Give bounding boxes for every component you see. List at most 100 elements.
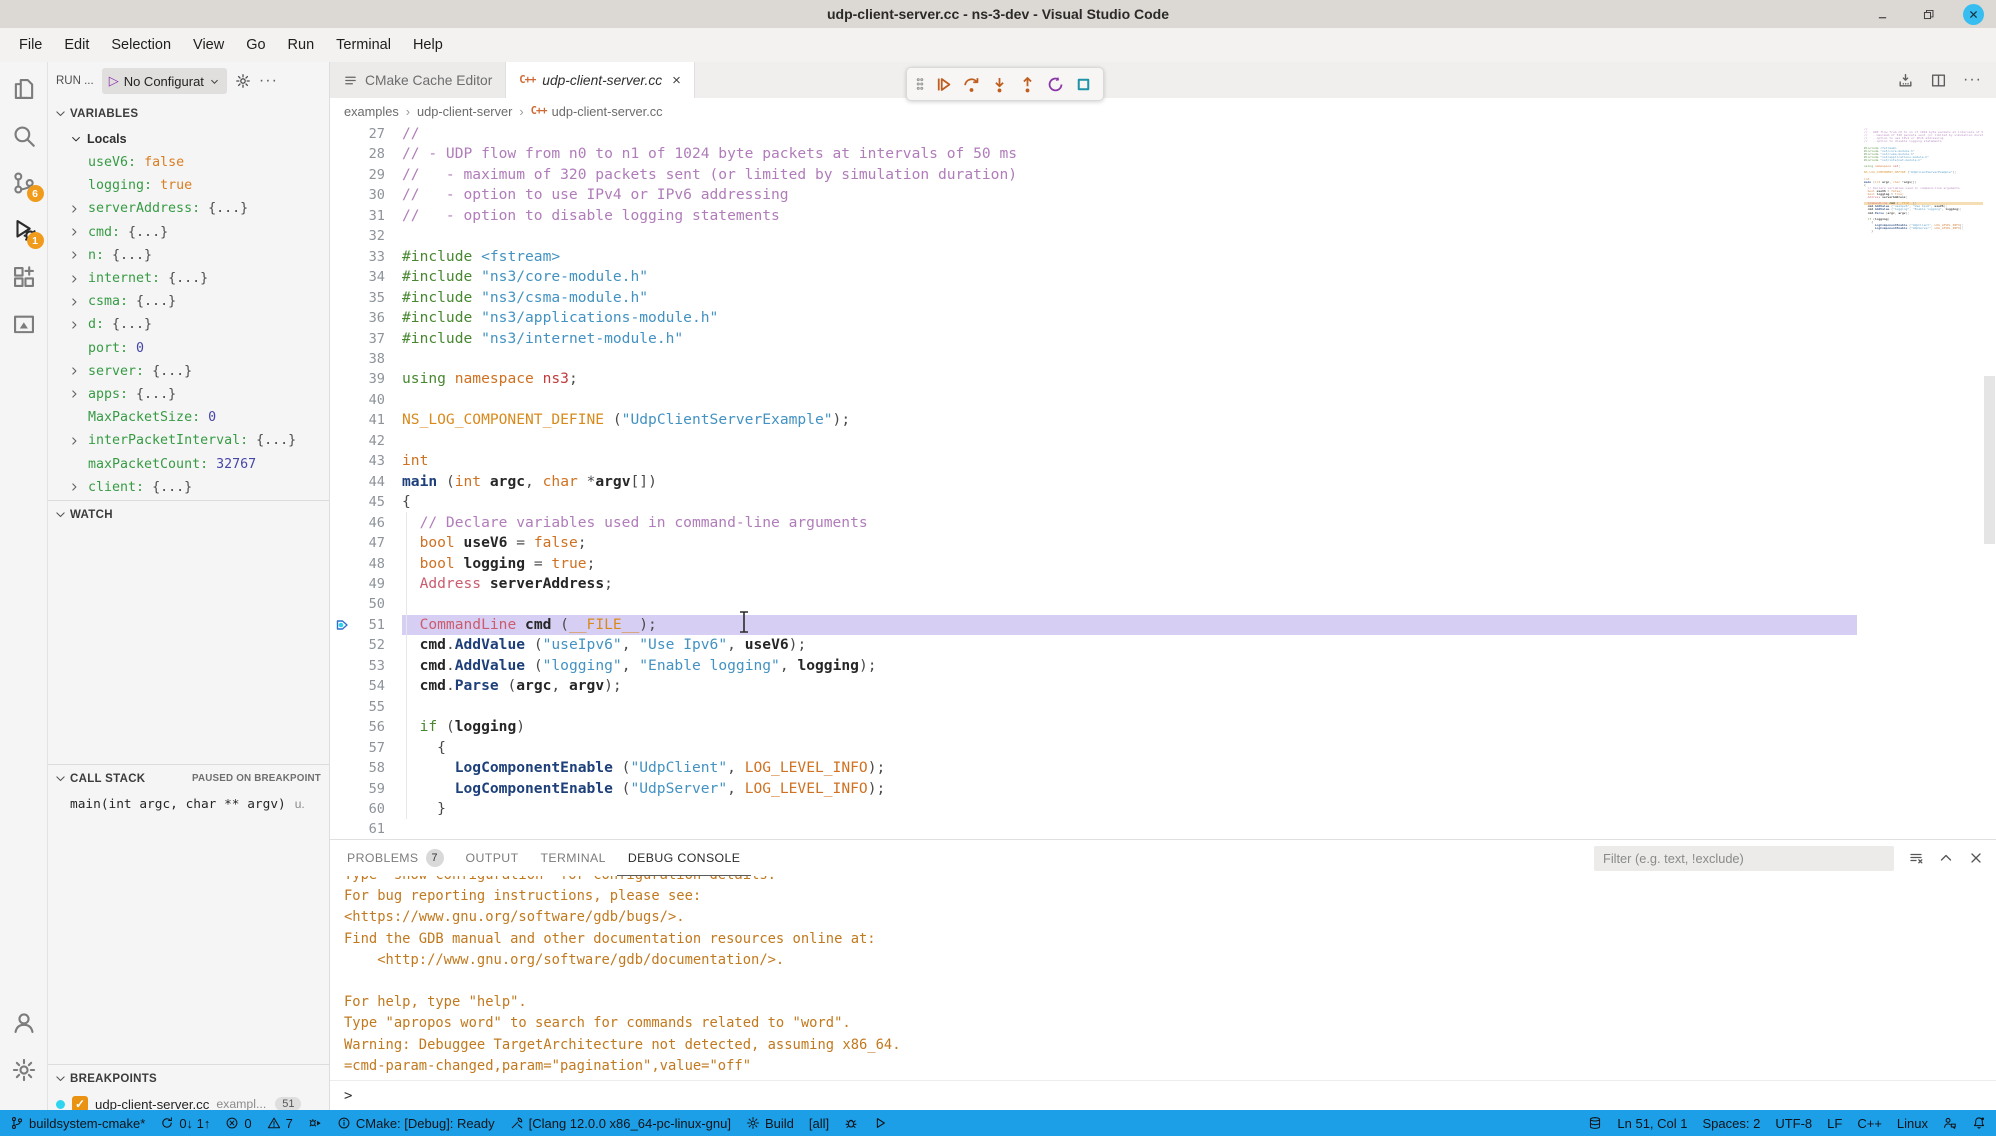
line-number-gutter[interactable]: 34 bbox=[330, 267, 402, 287]
code-line[interactable]: 36#include "ns3/applications-module.h" bbox=[330, 308, 1857, 328]
variable-row[interactable]: port: 0 bbox=[48, 337, 329, 360]
run-debug-icon[interactable]: 1 bbox=[9, 215, 39, 245]
breakpoint-item[interactable]: ✓ udp-client-server.cc exampl... 51 bbox=[48, 1092, 329, 1110]
panel-tab-debug-console[interactable]: DEBUG CONSOLE bbox=[617, 840, 751, 876]
variable-row[interactable]: client: {...} bbox=[48, 476, 329, 499]
menu-go[interactable]: Go bbox=[235, 34, 276, 56]
status-debug-status[interactable] bbox=[308, 1116, 322, 1130]
code-line[interactable]: 48 bool logging = true; bbox=[330, 554, 1857, 574]
line-number-gutter[interactable]: 32 bbox=[330, 226, 402, 246]
step-over-button[interactable] bbox=[959, 72, 984, 97]
breakpoint-checkbox[interactable]: ✓ bbox=[72, 1096, 88, 1110]
code-line[interactable]: 50 bbox=[330, 594, 1857, 614]
code-line[interactable]: 37#include "ns3/internet-module.h" bbox=[330, 329, 1857, 349]
variable-row[interactable]: serverAddress: {...} bbox=[48, 197, 329, 220]
status-launch[interactable] bbox=[873, 1116, 887, 1130]
status-cursor-position[interactable]: Ln 51, Col 1 bbox=[1617, 1116, 1687, 1131]
menu-view[interactable]: View bbox=[182, 34, 235, 56]
line-number-gutter[interactable]: 46 bbox=[330, 513, 402, 533]
status-git-branch[interactable]: buildsystem-cmake* bbox=[10, 1116, 145, 1131]
line-number-gutter[interactable]: 55 bbox=[330, 697, 402, 717]
start-debug-icon[interactable]: ▷ bbox=[109, 73, 119, 89]
line-number-gutter[interactable]: 36 bbox=[330, 308, 402, 328]
drag-handle[interactable] bbox=[914, 77, 926, 91]
variable-row[interactable]: maxPacketCount: 32767 bbox=[48, 452, 329, 475]
code-line[interactable]: 42 bbox=[330, 431, 1857, 451]
stop-button[interactable] bbox=[1071, 72, 1096, 97]
code-line[interactable]: 46 // Declare variables used in command-… bbox=[330, 513, 1857, 533]
line-number-gutter[interactable]: 28 bbox=[330, 144, 402, 164]
code-line[interactable]: 51 CommandLine cmd (__FILE__); bbox=[330, 615, 1857, 635]
line-number-gutter[interactable]: 60 bbox=[330, 799, 402, 819]
restart-button[interactable] bbox=[1043, 72, 1068, 97]
close-icon[interactable] bbox=[1963, 4, 1984, 25]
line-number-gutter[interactable]: 50 bbox=[330, 594, 402, 614]
panel-tab-output[interactable]: OUTPUT bbox=[455, 840, 530, 876]
variable-row[interactable]: csma: {...} bbox=[48, 290, 329, 313]
variable-row[interactable]: interPacketInterval: {...} bbox=[48, 429, 329, 452]
editor[interactable]: 27//28// - UDP flow from n0 to n1 of 102… bbox=[330, 124, 1996, 839]
run-below-icon[interactable] bbox=[1897, 72, 1914, 89]
line-number-gutter[interactable]: 54 bbox=[330, 676, 402, 696]
scrollbar-thumb[interactable] bbox=[1984, 376, 1995, 544]
variable-row[interactable]: apps: {...} bbox=[48, 383, 329, 406]
status-warnings[interactable]: 7 bbox=[267, 1116, 293, 1131]
line-number-gutter[interactable]: 48 bbox=[330, 554, 402, 574]
minimap[interactable]: //// - UDP flow from n0 to n1 of 1024 by… bbox=[1857, 124, 1983, 839]
minimize-icon[interactable] bbox=[1871, 3, 1893, 25]
line-number-gutter[interactable]: 39 bbox=[330, 369, 402, 389]
line-number-gutter[interactable]: 41 bbox=[330, 410, 402, 430]
clear-console-icon[interactable] bbox=[1908, 850, 1924, 866]
status-encoding[interactable]: UTF-8 bbox=[1775, 1116, 1812, 1131]
code-line[interactable]: 60 } bbox=[330, 799, 1857, 819]
variable-row[interactable]: d: {...} bbox=[48, 313, 329, 336]
line-number-gutter[interactable]: 56 bbox=[330, 717, 402, 737]
line-number-gutter[interactable]: 44 bbox=[330, 472, 402, 492]
line-number-gutter[interactable]: 51 bbox=[330, 615, 402, 635]
watch-header[interactable]: WATCH bbox=[48, 501, 329, 528]
code-line[interactable]: 44main (int argc, char *argv[]) bbox=[330, 472, 1857, 492]
breadcrumb-item[interactable]: examples bbox=[344, 104, 399, 119]
code-line[interactable]: 31// - option to disable logging stateme… bbox=[330, 206, 1857, 226]
line-number-gutter[interactable]: 27 bbox=[330, 124, 402, 144]
more-actions-icon[interactable]: ··· bbox=[1963, 71, 1982, 89]
code-line[interactable]: 32 bbox=[330, 226, 1857, 246]
variable-row[interactable]: server: {...} bbox=[48, 360, 329, 383]
status-debug-target[interactable] bbox=[844, 1116, 858, 1130]
continue-button[interactable] bbox=[931, 72, 956, 97]
status-build-target[interactable]: [all] bbox=[809, 1116, 829, 1131]
current-line-breakpoint-icon[interactable] bbox=[334, 617, 350, 633]
breadcrumb-item[interactable]: udp-client-server bbox=[417, 104, 512, 119]
menu-run[interactable]: Run bbox=[277, 34, 326, 56]
line-number-gutter[interactable]: 47 bbox=[330, 533, 402, 553]
status-sync-changes[interactable]: 0↓ 1↑ bbox=[160, 1116, 210, 1131]
line-number-gutter[interactable]: 57 bbox=[330, 738, 402, 758]
line-number-gutter[interactable]: 42 bbox=[330, 431, 402, 451]
status-eol[interactable]: LF bbox=[1827, 1116, 1842, 1131]
split-editor-icon[interactable] bbox=[1930, 72, 1947, 89]
line-number-gutter[interactable]: 52 bbox=[330, 635, 402, 655]
code-line[interactable]: 43int bbox=[330, 451, 1857, 471]
code-line[interactable]: 56 if (logging) bbox=[330, 717, 1857, 737]
variable-row[interactable]: cmd: {...} bbox=[48, 221, 329, 244]
variable-row[interactable]: logging: true bbox=[48, 174, 329, 197]
status-cmake-status[interactable]: CMake: [Debug]: Ready bbox=[337, 1116, 495, 1131]
code-line[interactable]: 52 cmd.AddValue ("useIpv6", "Use Ipv6", … bbox=[330, 635, 1857, 655]
locals-scope[interactable]: Locals bbox=[48, 127, 329, 151]
code-line[interactable]: 28// - UDP flow from n0 to n1 of 1024 by… bbox=[330, 144, 1857, 164]
editor-scrollbar[interactable] bbox=[1983, 124, 1996, 839]
close-panel-icon[interactable] bbox=[1968, 850, 1984, 866]
menu-help[interactable]: Help bbox=[402, 34, 454, 56]
source-control-icon[interactable]: 6 bbox=[9, 168, 39, 198]
gear-icon[interactable] bbox=[235, 73, 251, 89]
code-line[interactable]: 41NS_LOG_COMPONENT_DEFINE ("UdpClientSer… bbox=[330, 410, 1857, 430]
line-number-gutter[interactable]: 45 bbox=[330, 492, 402, 512]
line-number-gutter[interactable]: 29 bbox=[330, 165, 402, 185]
line-number-gutter[interactable]: 33 bbox=[330, 247, 402, 267]
code-line[interactable]: 61 bbox=[330, 819, 1857, 839]
line-number-gutter[interactable]: 40 bbox=[330, 390, 402, 410]
step-out-button[interactable] bbox=[1015, 72, 1040, 97]
status-build[interactable]: Build bbox=[746, 1116, 794, 1131]
status-notifications[interactable] bbox=[1972, 1116, 1986, 1130]
code-line[interactable]: 33#include <fstream> bbox=[330, 247, 1857, 267]
